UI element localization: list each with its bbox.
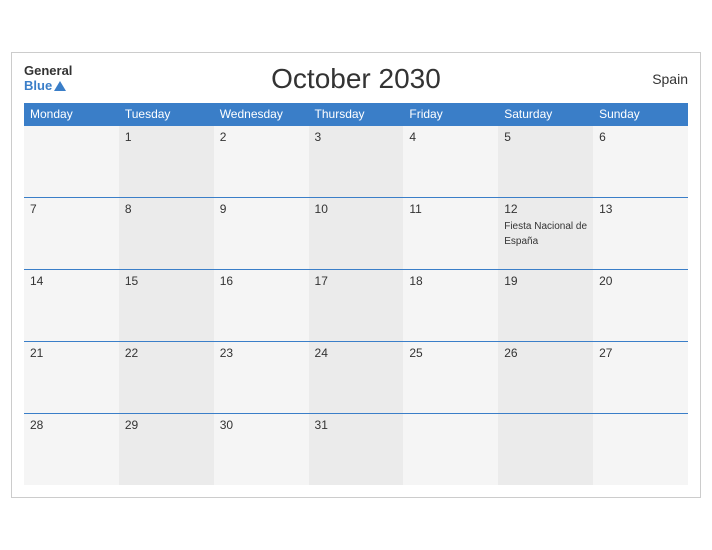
logo: General Blue [24,64,72,93]
calendar-header: General Blue October 2030 Spain [24,63,688,95]
week-row-1: 123456 [24,125,688,197]
day-number: 24 [315,346,398,360]
weekday-header-row: MondayTuesdayWednesdayThursdayFridaySatu… [24,103,688,126]
calendar-cell: 13 [593,197,688,269]
calendar-cell: 2 [214,125,309,197]
weekday-header-tuesday: Tuesday [119,103,214,126]
calendar-cell: 8 [119,197,214,269]
day-number: 2 [220,130,303,144]
day-number: 4 [409,130,492,144]
calendar-cell: 28 [24,413,119,485]
calendar-cell: 12 Fiesta Nacional de España [498,197,593,269]
calendar-cell: 5 [498,125,593,197]
calendar-cell: 11 [403,197,498,269]
calendar-cell: 15 [119,269,214,341]
calendar-cell: 9 [214,197,309,269]
calendar-title: October 2030 [271,63,441,95]
week-row-5: 28 29 30 31 [24,413,688,485]
week-row-4: 21 22 23 24 25 26 27 [24,341,688,413]
day-number: 11 [409,202,492,216]
day-number: 1 [125,130,208,144]
calendar-cell: 29 [119,413,214,485]
day-number: 12 [504,202,587,216]
day-number: 17 [315,274,398,288]
day-number: 27 [599,346,682,360]
calendar-cell: 27 [593,341,688,413]
day-number: 8 [125,202,208,216]
calendar-cell [24,125,119,197]
calendar-cell: 30 [214,413,309,485]
calendar-cell: 17 [309,269,404,341]
weekday-header-sunday: Sunday [593,103,688,126]
calendar-cell [403,413,498,485]
logo-general-text: General [24,64,72,78]
calendar-container: General Blue October 2030 Spain MondayTu… [11,52,701,499]
calendar-cell: 26 [498,341,593,413]
calendar-cell [498,413,593,485]
day-number: 16 [220,274,303,288]
calendar-cell: 4 [403,125,498,197]
event-label: Fiesta Nacional de España [504,221,587,247]
weekday-header-thursday: Thursday [309,103,404,126]
week-row-3: 14 15 16 17 18 19 20 [24,269,688,341]
week-row-2: 789 10 11 12 Fiesta Nacional de España 13 [24,197,688,269]
day-number: 3 [315,130,398,144]
day-number: 6 [599,130,682,144]
day-number: 20 [599,274,682,288]
calendar-table: MondayTuesdayWednesdayThursdayFridaySatu… [24,103,688,486]
day-number: 26 [504,346,587,360]
day-number: 7 [30,202,113,216]
day-number: 5 [504,130,587,144]
calendar-cell: 14 [24,269,119,341]
weekday-header-saturday: Saturday [498,103,593,126]
day-number: 21 [30,346,113,360]
day-number: 9 [220,202,303,216]
calendar-cell: 21 [24,341,119,413]
day-number: 31 [315,418,398,432]
calendar-cell: 3 [309,125,404,197]
logo-triangle-icon [54,81,66,91]
day-number: 14 [30,274,113,288]
calendar-cell: 31 [309,413,404,485]
day-number: 18 [409,274,492,288]
calendar-cell: 19 [498,269,593,341]
day-number: 29 [125,418,208,432]
day-number: 23 [220,346,303,360]
day-number: 30 [220,418,303,432]
calendar-cell: 18 [403,269,498,341]
logo-blue-text: Blue [24,79,52,93]
calendar-cell: 25 [403,341,498,413]
calendar-cell: 20 [593,269,688,341]
country-label: Spain [652,71,688,87]
calendar-cell: 7 [24,197,119,269]
day-number: 19 [504,274,587,288]
calendar-cell: 6 [593,125,688,197]
day-number: 22 [125,346,208,360]
day-number: 15 [125,274,208,288]
calendar-cell: 16 [214,269,309,341]
weekday-header-wednesday: Wednesday [214,103,309,126]
calendar-cell: 24 [309,341,404,413]
day-number: 25 [409,346,492,360]
calendar-cell: 10 [309,197,404,269]
day-number: 28 [30,418,113,432]
weekday-header-monday: Monday [24,103,119,126]
weekday-header-friday: Friday [403,103,498,126]
day-number: 10 [315,202,398,216]
calendar-cell: 1 [119,125,214,197]
calendar-cell: 23 [214,341,309,413]
calendar-cell [593,413,688,485]
day-number: 13 [599,202,682,216]
calendar-cell: 22 [119,341,214,413]
